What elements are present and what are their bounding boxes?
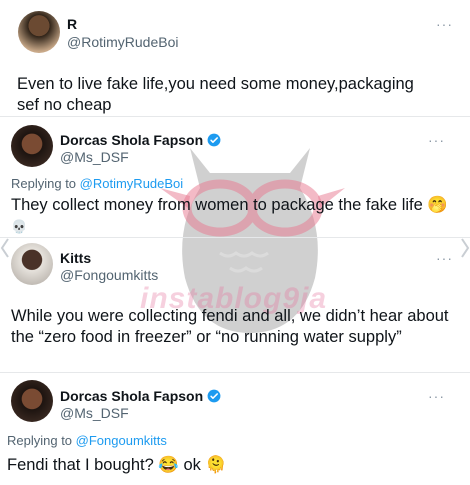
tweet-text: Even to live fake life,you need some mon… xyxy=(17,75,414,114)
tweet-text-line-2: 💀 xyxy=(11,219,28,234)
tweet-kitts[interactable]: Kitts @Fongoumkitts ··· While you were c… xyxy=(0,238,470,374)
tweet-text: They collect money from women to package… xyxy=(11,196,448,214)
avatar-kitts[interactable] xyxy=(11,243,53,285)
verified-badge-icon xyxy=(207,389,221,403)
tweet-author-name[interactable]: Dorcas Shola Fapson xyxy=(60,388,221,404)
author-name-label: Dorcas Shola Fapson xyxy=(60,388,204,404)
avatar-dorcas[interactable] xyxy=(11,125,53,167)
replying-to-label: Replying to xyxy=(11,176,80,191)
tweet-author-handle[interactable]: @Ms_DSF xyxy=(60,405,129,421)
tweet-author-name[interactable]: R xyxy=(67,16,77,32)
author-name-label: Dorcas Shola Fapson xyxy=(60,132,204,148)
replying-to-label: Replying to xyxy=(7,433,76,448)
tweet-author-handle[interactable]: @Ms_DSF xyxy=(60,149,129,165)
tweet-author-name[interactable]: Kitts xyxy=(60,250,91,266)
reply-mention-link[interactable]: @RotimyRudeBoi xyxy=(80,176,184,191)
tweet-dorcas-reply-1[interactable]: Dorcas Shola Fapson @Ms_DSF ··· Replying… xyxy=(0,118,470,238)
replying-to: Replying to @Fongoumkitts xyxy=(7,433,167,448)
reply-mention-link[interactable]: @Fongoumkitts xyxy=(76,433,167,448)
tweet-rotimy[interactable]: R @RotimyRudeBoi ··· Even to live fake l… xyxy=(0,0,470,118)
verified-badge-icon xyxy=(207,133,221,147)
more-options-icon[interactable]: ··· xyxy=(436,16,453,32)
avatar-rotimy[interactable] xyxy=(18,11,60,53)
tweet-text: While you were collecting fendi and all,… xyxy=(11,307,449,346)
more-options-icon[interactable]: ··· xyxy=(428,388,445,404)
tweet-text: Fendi that I bought? 😂 ok 🫠 xyxy=(7,456,227,474)
tweet-author-name[interactable]: Dorcas Shola Fapson xyxy=(60,132,221,148)
tweet-dorcas-reply-2[interactable]: Dorcas Shola Fapson @Ms_DSF ··· Replying… xyxy=(0,373,470,485)
avatar-dorcas[interactable] xyxy=(11,380,53,422)
replying-to: Replying to @RotimyRudeBoi xyxy=(11,176,183,191)
more-options-icon[interactable]: ··· xyxy=(428,132,445,148)
more-options-icon[interactable]: ··· xyxy=(436,250,453,266)
tweet-author-handle[interactable]: @Fongoumkitts xyxy=(60,267,158,283)
tweet-divider xyxy=(0,116,470,117)
tweet-author-handle[interactable]: @RotimyRudeBoi xyxy=(67,34,178,50)
